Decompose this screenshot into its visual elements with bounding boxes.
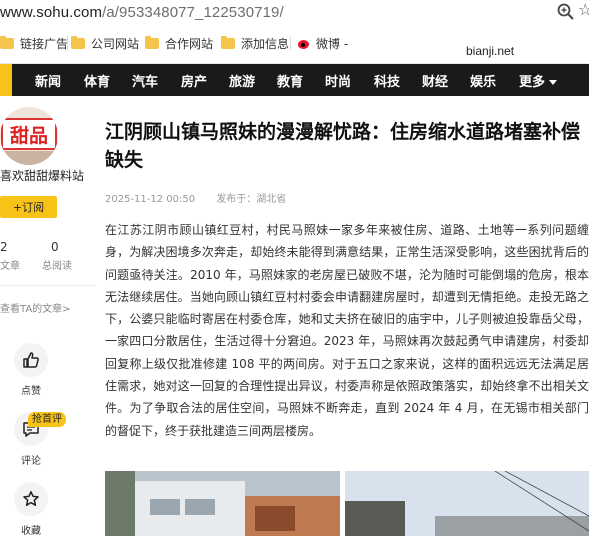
view-all-articles-link[interactable]: 查看TA的文章> [0,300,71,315]
folder-icon [221,36,235,49]
nav-item-house[interactable]: 房产 [181,71,207,90]
folder-icon [71,36,85,49]
bookmark-label: 公司网站 [91,37,140,51]
thumbs-up-icon [23,352,39,368]
nav-accent-bar [0,64,12,96]
nav-item-sports[interactable]: 体育 [84,71,110,90]
stat-reads-label: 总阅读 [42,261,72,272]
bookmark-star-icon[interactable]: ☆ [578,0,589,19]
stat-articles-label: 文章 [0,261,20,272]
bookmark-label: 链接广告 [20,37,69,51]
favorite-label: 收藏 [21,526,41,536]
weibo-icon [297,38,311,50]
article-photo-image [105,471,340,536]
avatar-logo-text: 甜品 [10,124,48,147]
follow-button[interactable]: +订阅 [0,196,57,218]
nav-item-tech[interactable]: 科技 [374,71,400,90]
bookmark-folder-4[interactable]: 添加信息 [221,35,289,52]
url-path: /a/953348077_122530719/ [102,3,284,21]
address-bar[interactable]: www.sohu.com/a/953348077_122530719/ ☆ [0,0,589,24]
bookmark-folder-1[interactable]: 链接广告 [0,35,68,52]
url-text[interactable]: www.sohu.com/a/953348077_122530719/ [0,4,284,21]
divider [0,285,96,286]
bookmark-label: 添加信息 [241,37,290,51]
url-host: www.sohu.com [0,3,103,21]
zoom-icon[interactable] [556,2,576,22]
like-button[interactable] [14,343,48,377]
article-date: 2025-11-12 00:50 [105,194,196,205]
bookmark-separator [290,36,291,50]
bookmark-label: 微博 - [316,37,349,51]
bookmark-label: 合作网站 [165,37,214,51]
bookmark-folder-2[interactable]: 公司网站 [71,35,139,52]
bookmark-folder-3[interactable]: 合作网站 [145,35,213,52]
nav-item-fashion[interactable]: 时尚 [325,71,351,90]
bookmark-separator [67,36,68,50]
article-title: 江阴顾山镇马照妹的漫漫解忧路：住房缩水道路堵塞补偿缺失 [105,121,581,171]
nav-item-auto[interactable]: 汽车 [132,71,158,90]
nav-more-label: 更多 [519,75,546,90]
nav-item-education[interactable]: 教育 [277,71,303,90]
like-label: 点赞 [21,386,41,397]
nav-item-finance[interactable]: 财经 [422,71,448,90]
folder-icon [0,36,14,49]
bookmark-weibo[interactable]: 微博 - [297,35,348,52]
author-name[interactable]: 喜欢甜甜爆料站 [0,167,84,184]
nav-item-entertainment[interactable]: 娱乐 [470,71,496,90]
author-avatar[interactable]: 甜品 [0,107,58,165]
first-comment-badge: 抢首评 [28,412,66,427]
star-icon [23,491,39,506]
article-meta: 2025-11-12 00:50 发布于：湖北省 [105,190,304,205]
article-source: 发布于：湖北省 [216,194,287,205]
favorite-button[interactable] [14,482,48,516]
folder-icon [145,36,159,49]
stat-articles-count: 2 [0,240,8,254]
avatar-image: 甜品 [0,107,58,165]
nav-item-news[interactable]: 新闻 [35,71,61,90]
chevron-down-icon [549,80,558,85]
stat-reads-count: 0 [51,240,59,254]
article-photo [105,471,340,536]
article-body: 在江苏江阴市顾山镇红豆村，村民马照妹一家多年来被住房、道路、土地等一系列问题缠身… [105,223,589,438]
nav-item-travel[interactable]: 旅游 [229,71,255,90]
article-photo [345,471,589,536]
channel-nav: 新闻 体育 汽车 房产 旅游 教育 时尚 科技 财经 娱乐 更多 [0,64,589,96]
watermark-text: bianji.net [466,44,515,58]
article-photo-image [345,471,589,536]
comment-label: 评论 [21,456,41,467]
nav-item-more[interactable]: 更多 [519,71,558,90]
